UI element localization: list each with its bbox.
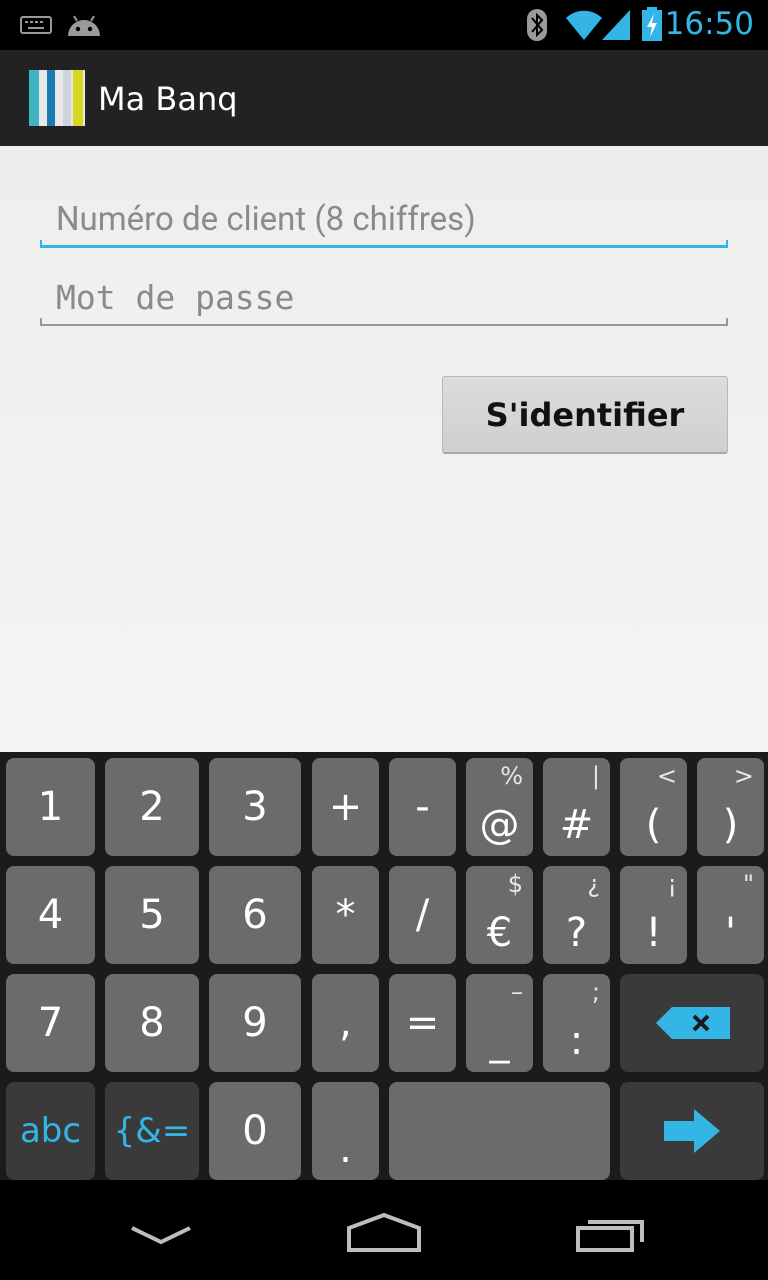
key-colon[interactable]: ;: — [543, 974, 610, 1072]
client-number-field[interactable]: Numéro de client (8 chiffres) — [40, 188, 728, 248]
key-euro[interactable]: $ € — [466, 866, 533, 964]
hide-keyboard-icon[interactable] — [130, 1226, 192, 1246]
key-at[interactable]: % @ — [466, 758, 533, 856]
space-key[interactable] — [389, 1082, 610, 1180]
key-hash[interactable]: | # — [543, 758, 610, 856]
key-apostrophe[interactable]: " ' — [697, 866, 764, 964]
key-abc-mode[interactable]: abc — [6, 1082, 95, 1180]
home-icon[interactable] — [346, 1212, 422, 1252]
key-0[interactable]: 0 — [209, 1082, 301, 1180]
login-button[interactable]: S'identifier — [442, 376, 728, 454]
recent-apps-icon[interactable] — [574, 1216, 648, 1252]
password-field[interactable]: Mot de passe — [40, 266, 728, 326]
key-8[interactable]: 8 — [105, 974, 199, 1072]
key-5[interactable]: 5 — [105, 866, 199, 964]
app-title: Ma Banq — [98, 80, 238, 118]
key-period[interactable]: . — [312, 1082, 379, 1180]
next-key[interactable] — [620, 1082, 764, 1180]
key-9[interactable]: 9 — [209, 974, 301, 1072]
next-arrow-icon — [664, 1109, 720, 1153]
status-bar: 16:50 — [0, 0, 768, 50]
key-3[interactable]: 3 — [209, 758, 301, 856]
status-time: 16:50 — [664, 6, 754, 42]
signal-icon — [602, 10, 630, 40]
key-question[interactable]: ¿? — [543, 866, 610, 964]
action-bar: Ma Banq — [0, 50, 768, 146]
android-icon — [68, 15, 100, 36]
key-asterisk[interactable]: * — [312, 866, 379, 964]
backspace-key[interactable] — [620, 974, 764, 1072]
key-exclamation[interactable]: ¡! — [620, 866, 687, 964]
key-symbols-mode[interactable]: {&= — [105, 1082, 199, 1180]
password-placeholder: Mot de passe — [56, 278, 295, 317]
key-minus[interactable]: - — [389, 758, 456, 856]
app-logo-icon[interactable] — [29, 70, 85, 126]
key-4[interactable]: 4 — [6, 866, 95, 964]
key-plus[interactable]: + — [312, 758, 379, 856]
key-7[interactable]: 7 — [6, 974, 95, 1072]
wifi-icon — [566, 10, 602, 40]
key-6[interactable]: 6 — [209, 866, 301, 964]
key-equals[interactable]: = — [389, 974, 456, 1072]
key-close-paren[interactable]: >) — [697, 758, 764, 856]
login-form: Numéro de client (8 chiffres) Mot de pas… — [0, 146, 768, 752]
key-slash[interactable]: / — [389, 866, 456, 964]
bluetooth-icon — [527, 9, 547, 41]
backspace-icon — [656, 1007, 730, 1039]
key-1[interactable]: 1 — [6, 758, 95, 856]
battery-charging-icon — [642, 7, 662, 41]
navigation-bar — [0, 1180, 768, 1280]
key-2[interactable]: 2 — [105, 758, 199, 856]
client-number-placeholder: Numéro de client (8 chiffres) — [56, 200, 476, 239]
key-underscore[interactable]: – _ — [466, 974, 533, 1072]
keyboard-icon — [20, 16, 52, 34]
key-comma[interactable]: , — [312, 974, 379, 1072]
symbol-keyboard: 1 2 3 + - % @ | # <( >) 4 5 6 * / $ € ¿? ¡!… — [0, 752, 768, 1180]
key-open-paren[interactable]: <( — [620, 758, 687, 856]
